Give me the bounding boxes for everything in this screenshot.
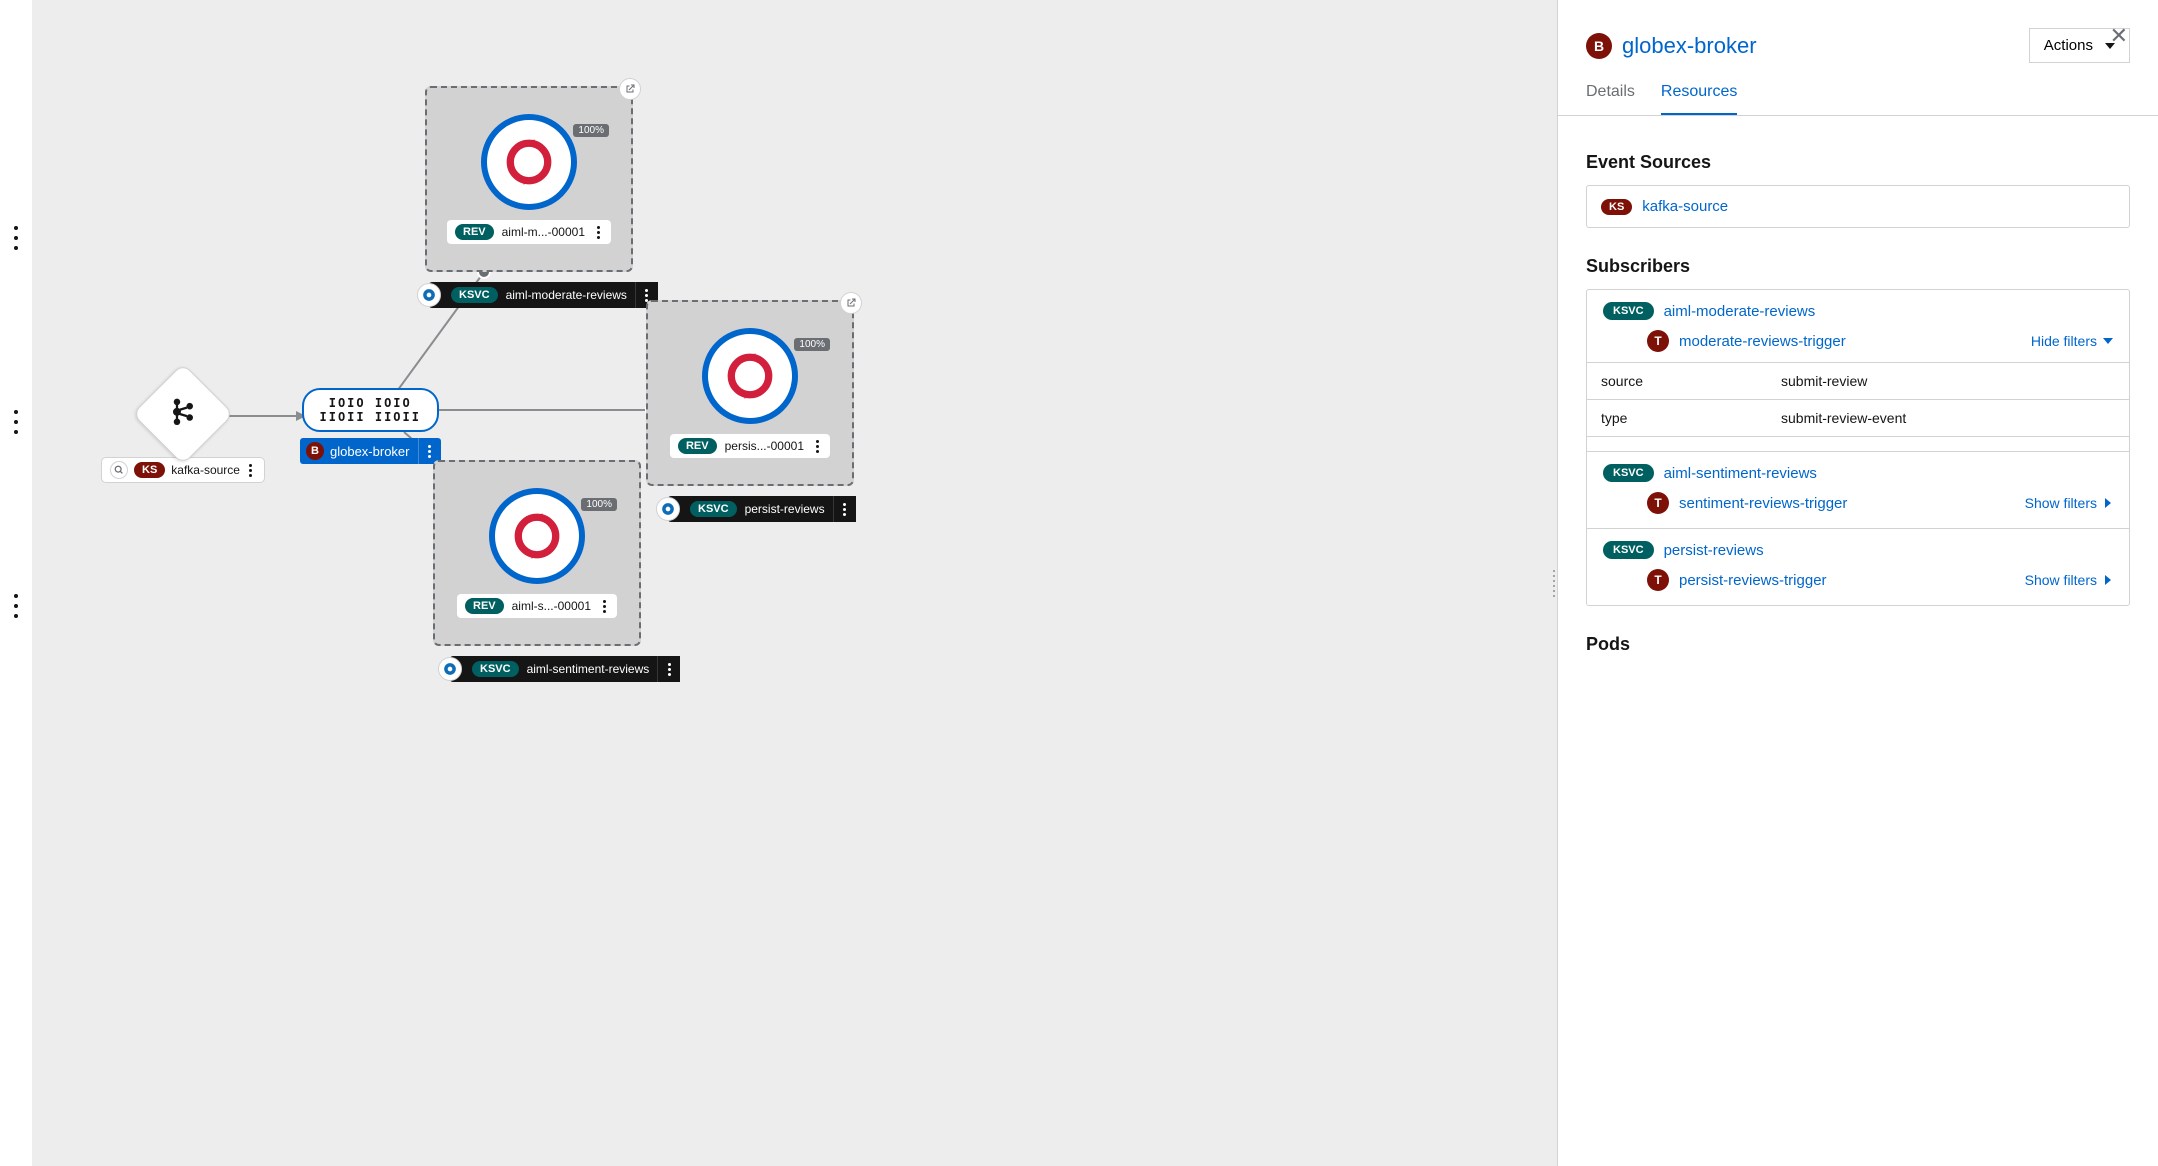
traffic-pct: 100% <box>794 338 830 351</box>
section-pods: Pods <box>1586 634 2130 655</box>
revision-menu[interactable] <box>599 600 609 613</box>
broker-bar[interactable]: B globex-broker <box>300 438 441 464</box>
kafka-source-menu[interactable] <box>246 464 256 477</box>
filter-value: submit-review <box>1767 363 2129 399</box>
rev-badge: REV <box>465 598 504 614</box>
panel-resize-handle[interactable] <box>1550 558 1558 608</box>
broker-node[interactable]: IOIO IOIOIIOII IIOII B globex-broker <box>300 388 441 464</box>
open-url-button[interactable] <box>840 292 862 314</box>
event-source-link[interactable]: kafka-source <box>1642 198 1728 215</box>
chevron-right-icon <box>2103 498 2113 508</box>
search-icon <box>110 461 128 479</box>
revision-row[interactable]: REV aiml-s...-00001 <box>457 594 617 618</box>
show-filters-toggle[interactable]: Show filters <box>2025 572 2113 588</box>
close-button[interactable]: ✕ <box>2104 22 2134 50</box>
knative-icon <box>438 657 462 681</box>
panel-tabs: Details Resources <box>1558 73 2158 116</box>
filter-row: type submit-review-event <box>1587 400 2129 436</box>
trigger-link[interactable]: moderate-reviews-trigger <box>1679 333 1846 350</box>
ks-badge: KS <box>134 462 165 478</box>
trigger-badge-icon: T <box>1647 330 1669 352</box>
broker-label: globex-broker <box>330 444 418 459</box>
rev-badge: REV <box>455 224 494 240</box>
filter-key: type <box>1587 400 1767 436</box>
broker-menu[interactable] <box>425 445 435 458</box>
subscriber-item-persist: KSVC persist-reviews T persist-reviews-t… <box>1587 529 2129 605</box>
filter-key: source <box>1587 363 1767 399</box>
kafka-node-icon <box>132 363 234 465</box>
app-icon <box>489 488 585 584</box>
details-panel: ✕ B globex-broker Actions Details Resour… <box>1558 0 2158 1166</box>
app-icon <box>702 328 798 424</box>
ksvc-menu[interactable] <box>840 503 850 516</box>
revision-label: aiml-s...-00001 <box>512 599 591 613</box>
service-node-sentiment[interactable]: 100% REV aiml-s...-00001 <box>433 460 641 646</box>
topology-canvas[interactable]: KS kafka-source IOIO IOIOIIOII IIOII B g… <box>32 0 1558 1166</box>
ksvc-badge: KSVC <box>1603 464 1654 482</box>
ksvc-badge: KSVC <box>1603 541 1654 559</box>
show-filters-toggle[interactable]: Show filters <box>2025 495 2113 511</box>
ksvc-label: aiml-moderate-reviews <box>506 288 635 302</box>
filter-row: source submit-review <box>1587 363 2129 400</box>
knative-icon <box>656 497 680 521</box>
revision-label: aiml-m...-00001 <box>502 225 585 239</box>
tab-resources[interactable]: Resources <box>1661 83 1737 115</box>
broker-badge-icon: B <box>1586 33 1612 59</box>
panel-title[interactable]: globex-broker <box>1622 33 1757 59</box>
rail-drag-handle-3[interactable] <box>8 594 24 618</box>
ksvc-label: persist-reviews <box>745 502 833 516</box>
ksvc-menu[interactable] <box>664 663 674 676</box>
left-rail <box>0 0 32 1166</box>
filters-table: source submit-review type submit-review-… <box>1586 362 2130 437</box>
ksvc-label: aiml-sentiment-reviews <box>527 662 658 676</box>
subscriber-ksvc-link[interactable]: aiml-sentiment-reviews <box>1664 465 1817 482</box>
rail-drag-handle-2[interactable] <box>8 410 24 434</box>
tab-details[interactable]: Details <box>1586 83 1635 115</box>
section-subscribers: Subscribers <box>1586 256 2130 277</box>
actions-label: Actions <box>2044 37 2093 54</box>
chevron-down-icon <box>2103 336 2113 346</box>
subscribers-list: KSVC aiml-moderate-reviews T moderate-re… <box>1586 289 2130 606</box>
ksvc-badge: KSVC <box>451 287 498 303</box>
section-event-sources: Event Sources <box>1586 152 2130 173</box>
ksvc-bar-persist[interactable]: KSVC persist-reviews <box>668 496 856 522</box>
broker-badge-icon: B <box>306 442 324 460</box>
ksvc-bar-moderate[interactable]: KSVC aiml-moderate-reviews <box>429 282 658 308</box>
kafka-source-label: kafka-source <box>171 463 240 477</box>
subscriber-ksvc-link[interactable]: persist-reviews <box>1664 542 1764 559</box>
chevron-right-icon <box>2103 575 2113 585</box>
revision-label: persis...-00001 <box>725 439 804 453</box>
service-node-moderate[interactable]: 100% REV aiml-m...-00001 <box>425 86 633 272</box>
traffic-pct: 100% <box>573 124 609 137</box>
service-node-persist[interactable]: 100% REV persis...-00001 <box>646 300 854 486</box>
hide-filters-toggle[interactable]: Hide filters <box>2031 333 2113 349</box>
trigger-badge-icon: T <box>1647 569 1669 591</box>
rev-badge: REV <box>678 438 717 454</box>
trigger-badge-icon: T <box>1647 492 1669 514</box>
subscriber-item-moderate: KSVC aiml-moderate-reviews T moderate-re… <box>1587 290 2129 452</box>
ksvc-badge: KSVC <box>472 661 519 677</box>
revision-menu[interactable] <box>593 226 603 239</box>
event-source-item[interactable]: KS kafka-source <box>1586 185 2130 228</box>
open-url-button[interactable] <box>619 78 641 100</box>
ksvc-badge: KSVC <box>1603 302 1654 320</box>
ksvc-bar-sentiment[interactable]: KSVC aiml-sentiment-reviews <box>450 656 680 682</box>
broker-pill: IOIO IOIOIIOII IIOII <box>302 388 439 432</box>
subscriber-item-sentiment: KSVC aiml-sentiment-reviews T sentiment-… <box>1587 452 2129 529</box>
trigger-link[interactable]: sentiment-reviews-trigger <box>1679 495 1847 512</box>
revision-row[interactable]: REV aiml-m...-00001 <box>447 220 611 244</box>
subscriber-ksvc-link[interactable]: aiml-moderate-reviews <box>1664 303 1816 320</box>
filter-value: submit-review-event <box>1767 400 2129 436</box>
traffic-pct: 100% <box>581 498 617 511</box>
ks-badge: KS <box>1601 199 1632 215</box>
revision-menu[interactable] <box>812 440 822 453</box>
ksvc-badge: KSVC <box>690 501 737 517</box>
rail-drag-handle-1[interactable] <box>8 226 24 250</box>
revision-row[interactable]: REV persis...-00001 <box>670 434 830 458</box>
trigger-link[interactable]: persist-reviews-trigger <box>1679 572 1827 589</box>
app-icon <box>481 114 577 210</box>
knative-icon <box>417 283 441 307</box>
kafka-source-node[interactable]: KS kafka-source <box>102 378 264 482</box>
